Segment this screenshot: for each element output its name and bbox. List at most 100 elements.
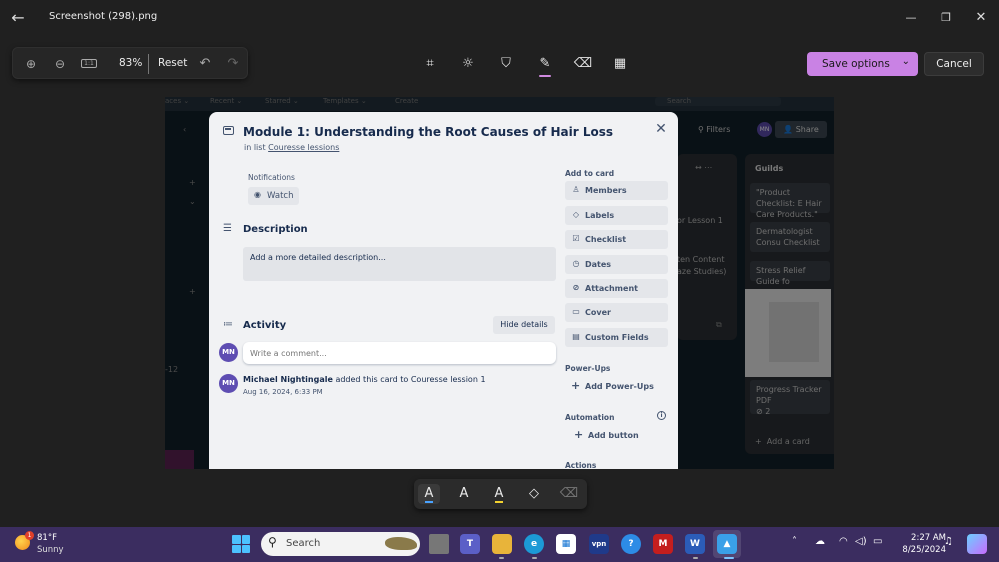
taskbar-search[interactable]: ⚲ Search — [261, 532, 420, 556]
save-options-button[interactable]: Save options ⌄ — [807, 52, 918, 76]
activity-timestamp[interactable]: Aug 16, 2024, 6:33 PM — [243, 388, 323, 396]
filter-tool-button[interactable]: ⛉ — [495, 53, 517, 75]
crop-tool-button[interactable]: ⌗ — [419, 53, 441, 75]
card-list-info: in list Couresse lessions — [244, 143, 340, 152]
clock-time[interactable]: 2:27 AM — [906, 533, 946, 543]
divider — [148, 54, 149, 74]
description-input[interactable]: Add a more detailed description... — [243, 247, 556, 281]
members-button[interactable]: ♙ Members — [565, 181, 668, 200]
watch-label: Watch — [267, 191, 294, 201]
zoom-out-button[interactable]: ⊖ — [49, 53, 71, 75]
volume-tray[interactable]: ◁) — [855, 536, 867, 547]
actual-size-button[interactable]: 1:1 — [78, 53, 100, 75]
copilot-button[interactable] — [967, 534, 987, 554]
vpn-app[interactable]: vpn — [589, 534, 609, 554]
weather-condition[interactable]: Sunny — [37, 545, 64, 555]
active-tool-indicator — [539, 75, 551, 77]
edge-app[interactable]: e — [524, 534, 544, 554]
file-explorer-app[interactable] — [492, 534, 512, 554]
undo-icon: ↶ — [199, 56, 211, 71]
undo-button[interactable]: ↶ — [194, 53, 216, 75]
photos-app[interactable]: ▲ — [717, 534, 737, 554]
cover-button[interactable]: ▭ Cover — [565, 303, 668, 322]
task-view-app[interactable] — [429, 534, 449, 554]
clock-date[interactable]: 8/25/2024 — [896, 545, 946, 555]
info-icon[interactable]: i — [657, 411, 666, 420]
erase-tool-button[interactable]: ⌫ — [572, 53, 594, 75]
running-indicator — [532, 557, 537, 559]
comment-input[interactable] — [243, 342, 556, 364]
zoom-out-icon: ⊖ — [54, 57, 66, 71]
eraser-icon: ⌫ — [573, 56, 593, 71]
weather-badge: 1 — [25, 531, 34, 540]
description-heading: Description — [243, 224, 308, 235]
cancel-button[interactable]: Cancel — [924, 52, 984, 76]
eraser-button[interactable]: ◇ — [523, 484, 545, 504]
arrow-left-icon: ← — [11, 8, 25, 27]
avatar[interactable]: MN — [219, 374, 238, 393]
adjust-tool-button[interactable]: ☼ — [457, 53, 479, 75]
zoom-panel: ⊕ ⊖ 1:1 83% Reset ↶ ↷ — [12, 47, 248, 79]
hide-details-button[interactable]: Hide details — [493, 316, 555, 334]
add-button-button[interactable]: + Add button — [568, 426, 671, 445]
avatar[interactable]: MN — [219, 343, 238, 362]
start-button[interactable] — [232, 535, 250, 553]
blur-tool-button[interactable]: ▦ — [609, 53, 631, 75]
powerups-heading: Power-Ups — [565, 364, 611, 373]
zoom-in-button[interactable]: ⊕ — [20, 53, 42, 75]
automation-heading: Automation — [565, 413, 615, 422]
wifi-icon: ◠ — [839, 536, 848, 547]
tray-overflow-button[interactable]: ˄ — [792, 536, 797, 547]
notifications-label: Notifications — [248, 173, 295, 182]
close-card-button[interactable]: ✕ — [652, 120, 670, 138]
clear-markup-button[interactable]: ⌫ — [558, 484, 580, 504]
word-app[interactable]: W — [685, 534, 705, 554]
redo-button[interactable]: ↷ — [222, 53, 244, 75]
onedrive-tray[interactable]: ☁ — [815, 536, 825, 547]
wifi-tray[interactable]: ◠ — [839, 536, 848, 547]
crop-icon: ⌗ — [426, 56, 434, 71]
search-icon: ⚲ — [268, 535, 277, 549]
person-icon: ♙ — [572, 185, 580, 194]
card-icon — [223, 126, 234, 135]
close-window-button[interactable]: ✕ — [969, 6, 993, 30]
save-options-label: Save options — [822, 58, 890, 70]
attachment-button[interactable]: ⊘ Attachment — [565, 279, 668, 298]
running-indicator — [693, 557, 698, 559]
maximize-icon: ❐ — [941, 11, 951, 24]
dates-button[interactable]: ◷ Dates — [565, 255, 668, 274]
notifications-button[interactable]: ♫ — [944, 536, 953, 547]
checklist-button[interactable]: ☑ Checklist — [565, 230, 668, 249]
photos-icon: ▲ — [723, 539, 731, 549]
store-app[interactable]: ▦ — [556, 534, 576, 554]
taskbar-search-label: Search — [286, 538, 321, 549]
pencil-button[interactable]: A — [453, 484, 475, 504]
eye-icon: ◉ — [254, 190, 261, 199]
battery-tray[interactable]: ▭ — [873, 536, 882, 547]
custom-fields-button[interactable]: ▤ Custom Fields — [565, 328, 668, 347]
markup-tool-button[interactable]: ✎ — [534, 53, 556, 75]
reset-button[interactable]: Reset — [158, 57, 187, 69]
browser-app[interactable]: ? — [621, 534, 641, 554]
brightness-icon: ☼ — [462, 56, 474, 71]
fields-icon: ▤ — [572, 332, 580, 341]
highlighter-button[interactable]: A — [488, 484, 510, 504]
mcafee-app[interactable]: M — [653, 534, 673, 554]
activity-user[interactable]: Michael Nightingale — [243, 375, 333, 384]
markup-toolbar: A A A ◇ ⌫ — [414, 479, 587, 509]
chevron-down-icon: ⌄ — [901, 56, 910, 67]
list-link[interactable]: Couresse lessions — [268, 143, 339, 152]
labels-button[interactable]: ◇ Labels — [565, 206, 668, 225]
ballpoint-pen-button[interactable]: A — [418, 484, 440, 504]
card-title[interactable]: Module 1: Understanding the Root Causes … — [243, 125, 613, 139]
weather-temp[interactable]: 81°F — [37, 533, 57, 543]
vpn-icon: vpn — [591, 540, 607, 548]
maximize-button[interactable]: ❐ — [934, 6, 958, 30]
minimize-button[interactable]: — — [899, 6, 923, 30]
edge-icon: e — [530, 539, 538, 549]
plus-icon: + — [574, 428, 584, 441]
add-powerups-button[interactable]: + Add Power-Ups — [565, 377, 668, 396]
watch-button[interactable]: ◉ Watch — [248, 187, 299, 205]
back-button[interactable]: ← — [8, 6, 28, 30]
teams-app[interactable]: T — [460, 534, 480, 554]
